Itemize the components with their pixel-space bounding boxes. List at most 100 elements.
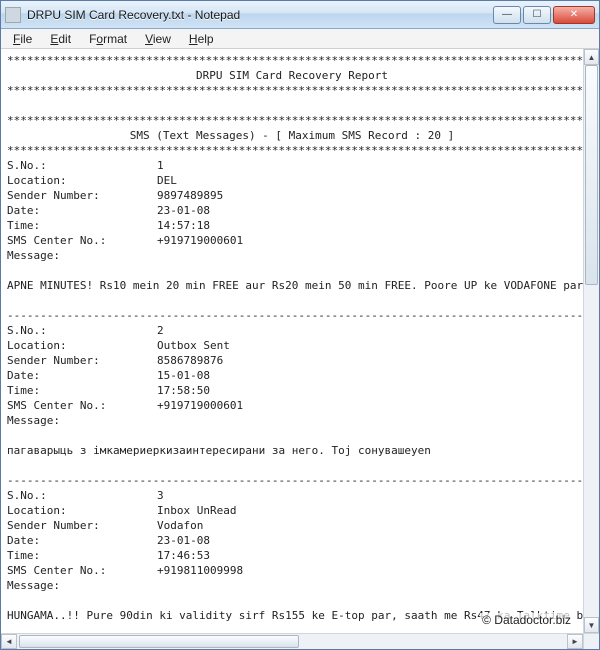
field-label: Location: [7,338,157,353]
field-value: Inbox UnRead [157,503,236,518]
menu-view[interactable]: View [137,31,179,47]
notepad-window: DRPU SIM Card Recovery.txt - Notepad — ☐… [0,0,600,650]
field-value: 14:57:18 [157,218,210,233]
watermark-text: © Datadoctor.biz [480,613,573,627]
field-value: 17:46:53 [157,548,210,563]
vertical-scroll-thumb[interactable] [585,65,598,285]
field-value: 3 [157,488,164,503]
field-row: Message: [7,578,577,593]
field-value: Vodafon [157,518,203,533]
menubar: File Edit Format View Help [1,29,599,49]
field-value: +919719000601 [157,233,243,248]
horizontal-scroll-thumb[interactable] [19,635,299,648]
field-label: Date: [7,203,157,218]
field-value: DEL [157,173,177,188]
field-label: S.No.: [7,488,157,503]
field-row: Message: [7,248,577,263]
field-label: Sender Number: [7,518,157,533]
field-label: Message: [7,248,157,263]
field-row: Date:15-01-08 [7,368,577,383]
field-row: Sender Number:Vodafon [7,518,577,533]
menu-file[interactable]: File [5,31,40,47]
scrollbar-corner [583,633,599,649]
menu-edit[interactable]: Edit [42,31,79,47]
vertical-scroll-track[interactable] [584,65,599,617]
field-value: 15-01-08 [157,368,210,383]
field-label: S.No.: [7,158,157,173]
field-row: Location:Outbox Sent [7,338,577,353]
field-row: S.No.:2 [7,323,577,338]
text-line: ****************************************… [7,143,577,158]
scroll-down-button[interactable]: ▼ [584,617,599,633]
text-line: ----------------------------------------… [7,308,577,323]
field-label: Location: [7,503,157,518]
field-row: Message: [7,413,577,428]
field-row: Location:DEL [7,173,577,188]
text-line [7,458,577,473]
field-row: SMS Center No.:+919719000601 [7,398,577,413]
field-label: Time: [7,218,157,233]
field-row: SMS Center No.:+919719000601 [7,233,577,248]
text-content[interactable]: ****************************************… [1,49,583,633]
notepad-icon [5,7,21,23]
field-label: SMS Center No.: [7,233,157,248]
window-buttons: — ☐ ✕ [493,6,595,24]
client-area: ****************************************… [1,49,599,649]
field-label: Time: [7,383,157,398]
field-value: 8586789876 [157,353,223,368]
field-row: Date:23-01-08 [7,533,577,548]
field-row: Time:14:57:18 [7,218,577,233]
scroll-right-button[interactable]: ► [567,634,583,649]
field-row: S.No.:1 [7,158,577,173]
field-row: S.No.:3 [7,488,577,503]
text-line: APNE MINUTES! Rs10 mein 20 min FREE aur … [7,278,577,293]
field-label: Date: [7,533,157,548]
text-line: ****************************************… [7,53,577,68]
field-label: Time: [7,548,157,563]
scroll-up-button[interactable]: ▲ [584,49,599,65]
field-label: Location: [7,173,157,188]
report-title: DRPU SIM Card Recovery Report [7,68,577,83]
text-line: ****************************************… [7,113,577,128]
menu-help[interactable]: Help [181,31,222,47]
field-value: +919719000601 [157,398,243,413]
text-line [7,263,577,278]
text-line: пагаварыць з імкамериеркизаинтересирани … [7,443,577,458]
field-label: Message: [7,578,157,593]
text-line [7,593,577,608]
field-value: 9897489895 [157,188,223,203]
field-label: Sender Number: [7,188,157,203]
field-label: Message: [7,413,157,428]
field-row: Location:Inbox UnRead [7,503,577,518]
minimize-button[interactable]: — [493,6,521,24]
field-row: Time:17:46:53 [7,548,577,563]
field-row: Sender Number:8586789876 [7,353,577,368]
field-value: Outbox Sent [157,338,230,353]
field-label: Date: [7,368,157,383]
scroll-left-button[interactable]: ◄ [1,634,17,649]
titlebar[interactable]: DRPU SIM Card Recovery.txt - Notepad — ☐… [1,1,599,29]
field-value: 23-01-08 [157,533,210,548]
window-title: DRPU SIM Card Recovery.txt - Notepad [27,8,493,22]
vertical-scrollbar[interactable]: ▲ ▼ [583,49,599,633]
field-value: 23-01-08 [157,203,210,218]
horizontal-scrollbar[interactable]: ◄ ► [1,633,583,649]
text-line [7,98,577,113]
close-button[interactable]: ✕ [553,6,595,24]
field-row: SMS Center No.:+919811009998 [7,563,577,578]
text-line [7,293,577,308]
text-line: ****************************************… [7,83,577,98]
field-value: 17:58:50 [157,383,210,398]
menu-format[interactable]: Format [81,31,135,47]
field-label: Sender Number: [7,353,157,368]
field-label: SMS Center No.: [7,398,157,413]
field-row: Time:17:58:50 [7,383,577,398]
field-label: S.No.: [7,323,157,338]
field-value: 2 [157,323,164,338]
text-line: ----------------------------------------… [7,473,577,488]
field-row: Date:23-01-08 [7,203,577,218]
field-row: Sender Number:9897489895 [7,188,577,203]
text-line [7,428,577,443]
field-label: SMS Center No.: [7,563,157,578]
maximize-button[interactable]: ☐ [523,6,551,24]
